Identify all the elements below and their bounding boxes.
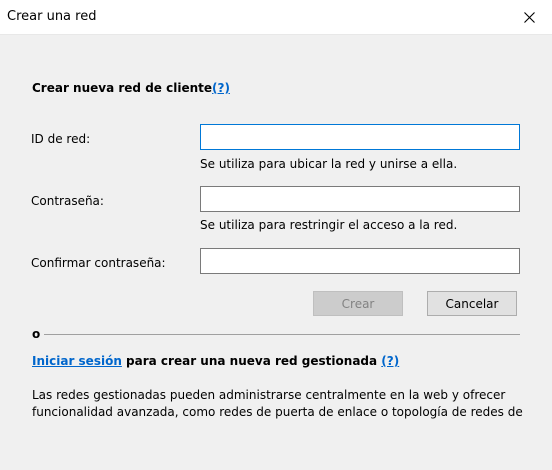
password-label: Contraseña:: [31, 194, 104, 208]
password-input[interactable]: [200, 186, 520, 212]
managed-network-line: Iniciar sesión para crear una nueva red …: [32, 354, 399, 368]
managed-description-line2: funcionalidad avanzada, como redes de pu…: [32, 405, 523, 419]
form-heading-text: Crear nueva red de cliente: [32, 81, 213, 95]
managed-help-link[interactable]: (?): [381, 354, 399, 368]
separator-line: [44, 334, 520, 335]
form-heading: Crear nueva red de cliente(?): [32, 81, 230, 95]
close-icon: [523, 11, 535, 23]
close-button[interactable]: [506, 0, 552, 34]
network-id-label: ID de red:: [31, 132, 91, 146]
network-id-input[interactable]: [200, 124, 520, 150]
managed-text: para crear una nueva red gestionada: [121, 354, 382, 368]
confirm-password-label: Confirmar contraseña:: [31, 256, 166, 270]
network-id-hint: Se utiliza para ubicar la red y unirse a…: [200, 157, 458, 171]
separator-text: o: [32, 327, 41, 341]
heading-help-link[interactable]: (?): [212, 81, 230, 95]
dialog-content: Crear nueva red de cliente(?) ID de red:…: [0, 35, 552, 470]
password-hint: Se utiliza para restringir el acceso a l…: [200, 218, 458, 232]
create-button[interactable]: Crear: [313, 291, 403, 316]
title-bar: Crear una red: [0, 0, 552, 35]
cancel-button[interactable]: Cancelar: [427, 291, 517, 316]
managed-description-line1: Las redes gestionadas pueden administrar…: [32, 388, 506, 402]
confirm-password-input[interactable]: [200, 248, 520, 274]
window-title: Crear una red: [7, 9, 97, 24]
login-link[interactable]: Iniciar sesión: [32, 354, 122, 368]
